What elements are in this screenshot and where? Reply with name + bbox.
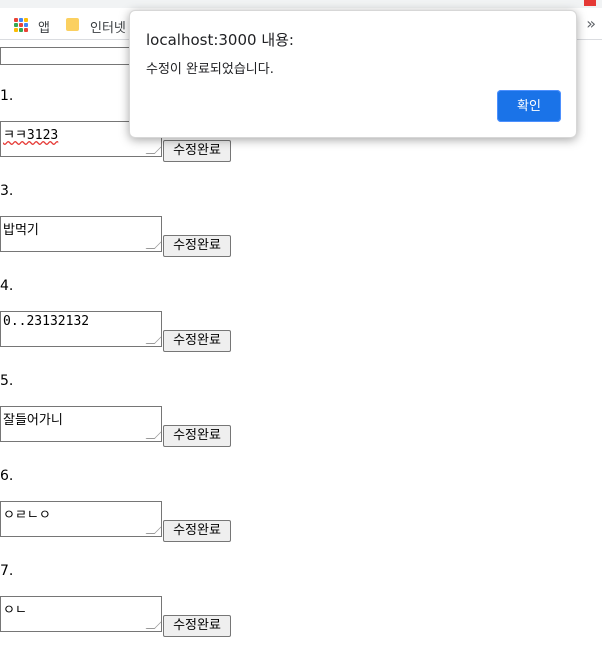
browser-tabstrip [0,0,602,8]
item-number: 7. [0,563,14,579]
folder-icon [66,18,79,31]
confirm-button[interactable]: 확인 [497,90,561,122]
alert-dialog: localhost:3000 내용: 수정이 완료되었습니다. 확인 [129,10,577,138]
item-textarea[interactable]: 잘들어가니 [0,406,162,442]
bookmark-apps[interactable]: 앱 [38,17,50,36]
edit-complete-button[interactable]: 수정완료 [163,520,231,542]
apps-grid-icon[interactable] [14,18,28,32]
item-textarea[interactable]: 0..23132132 [0,311,162,347]
edit-complete-button[interactable]: 수정완료 [163,235,231,257]
edit-complete-button[interactable]: 수정완료 [163,615,231,637]
item-number: 1. [0,88,14,104]
edit-complete-button[interactable]: 수정완료 [163,330,231,352]
resize-grip-icon[interactable] [145,335,161,344]
item-number: 4. [0,278,14,294]
item-number: 5. [0,373,14,389]
resize-grip-icon[interactable] [145,620,161,629]
close-window-icon[interactable] [584,0,596,6]
dialog-title: localhost:3000 내용: [146,31,294,49]
item-textarea[interactable]: ㅇㄹㄴㅇ [0,501,162,537]
item-number: 3. [0,183,14,199]
edit-complete-button[interactable]: 수정완료 [163,425,231,447]
resize-grip-icon[interactable] [145,145,161,154]
item-textarea[interactable]: ㅇㄴ [0,596,162,632]
bookmarks-overflow-button[interactable]: » [586,14,596,33]
resize-grip-icon[interactable] [145,430,161,439]
resize-grip-icon[interactable] [145,240,161,249]
edit-complete-button[interactable]: 수정완료 [163,140,231,162]
resize-grip-icon[interactable] [145,525,161,534]
item-textarea[interactable]: 밥먹기 [0,216,162,252]
bookmark-folder-internet[interactable]: 인터넷 [90,17,126,36]
dialog-message: 수정이 완료되었습니다. [146,62,274,77]
item-number: 6. [0,468,14,484]
